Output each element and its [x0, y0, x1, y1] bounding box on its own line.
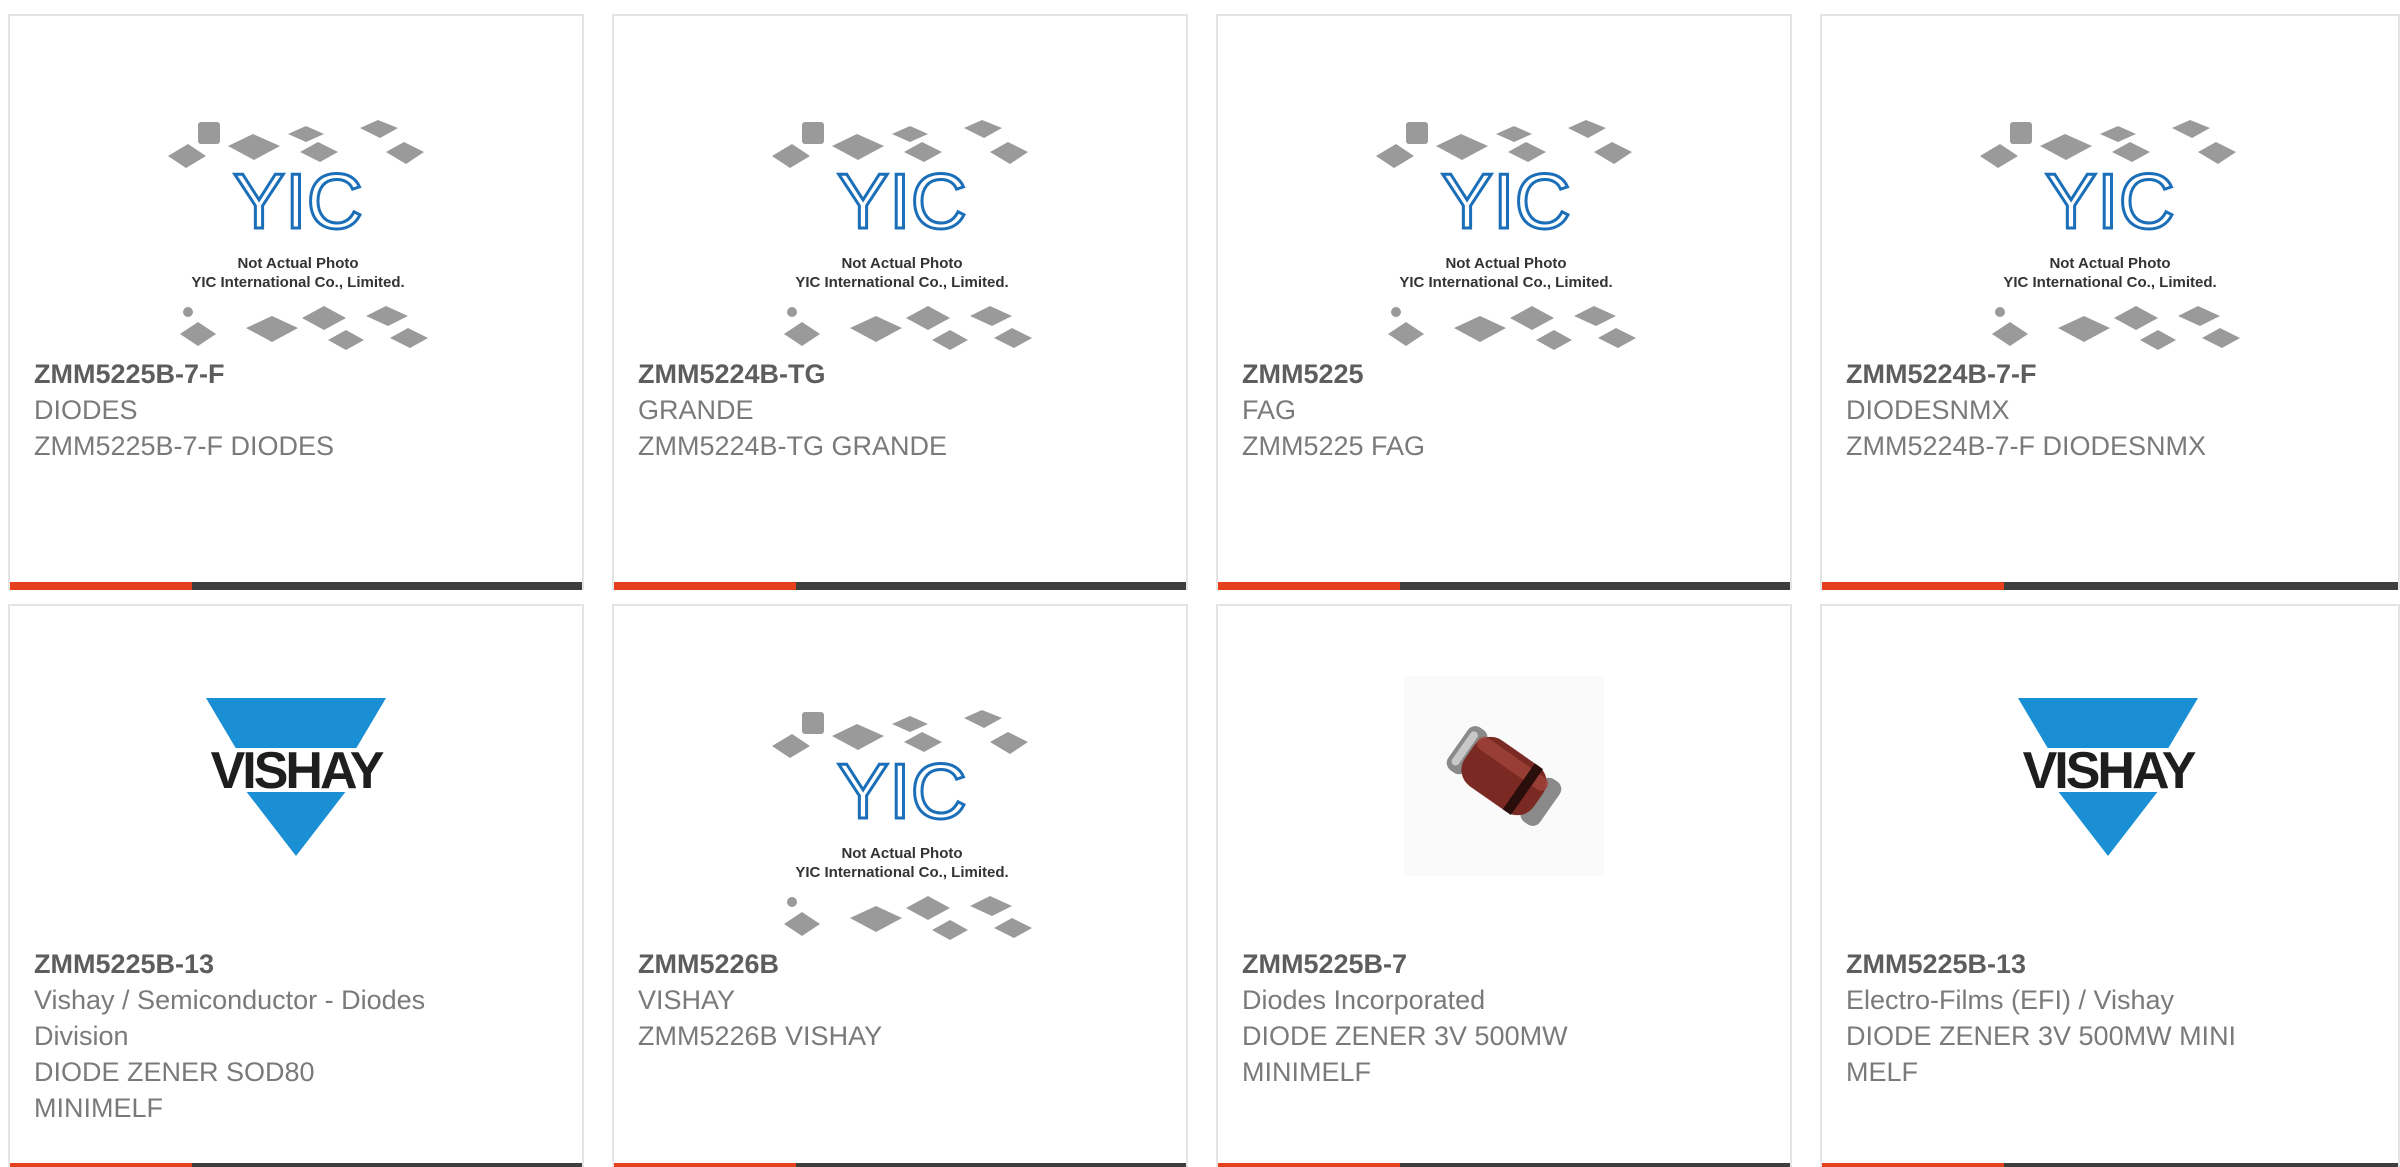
part-number[interactable]: ZMM5225B-7-F: [34, 356, 558, 392]
yic-placeholder-image[interactable]: YIC Not Actual Photo YIC International C…: [762, 96, 1042, 376]
card-accent-bar: [614, 582, 796, 590]
part-number[interactable]: ZMM5225B-7: [1242, 946, 1766, 982]
diode-photo[interactable]: [1404, 676, 1604, 876]
description: ZMM5224B-TG GRANDE: [638, 431, 948, 461]
manufacturer: Vishay / Semiconductor - Diodes: [34, 985, 426, 1015]
product-info: ZMM5225B-13 Electro-Films (EFI) / Vishay…: [1846, 946, 2374, 1090]
yic-logo: YIC: [233, 157, 363, 245]
yic-placeholder-image[interactable]: YIC Not Actual Photo YIC International C…: [762, 686, 1042, 966]
description: DIODE ZENER 3V 500MW: [1242, 1021, 1568, 1051]
yic-logo: YIC: [837, 747, 967, 835]
vishay-wordmark: VISHAY: [2023, 742, 2196, 800]
yic-logo: YIC: [1441, 157, 1571, 245]
product-info: ZMM5224B-TG GRANDE ZMM5224B-TG GRANDE: [638, 356, 1162, 464]
card-footer-bar: [614, 1163, 1186, 1167]
yic-logo: YIC: [837, 157, 967, 245]
product-grid: YIC Not Actual Photo YIC International C…: [0, 0, 2400, 1167]
card-footer-bar: [1822, 1163, 2398, 1167]
yic-caption-1: Not Actual Photo: [841, 255, 962, 272]
yic-caption-2: YIC International Co., Limited.: [795, 864, 1008, 881]
product-info: ZMM5225 FAG ZMM5225 FAG: [1242, 356, 1766, 464]
part-number[interactable]: ZMM5225B-13: [1846, 946, 2374, 982]
card-accent-bar: [1822, 582, 2004, 590]
yic-logo: YIC: [2045, 157, 2175, 245]
card-footer-bar: [1218, 582, 1790, 590]
card-accent-bar: [1218, 1163, 1400, 1167]
yic-caption-1: Not Actual Photo: [1445, 255, 1566, 272]
yic-caption-2: YIC International Co., Limited.: [795, 274, 1008, 291]
card-accent-bar: [10, 582, 192, 590]
vishay-logo-image[interactable]: VISHAY: [158, 666, 438, 866]
description: DIODE ZENER 3V 500MW MINI: [1846, 1021, 2237, 1051]
product-card[interactable]: YIC Not Actual Photo YIC International C…: [8, 14, 584, 590]
product-info: ZMM5224B-7-F DIODESNMX ZMM5224B-7-F DIOD…: [1846, 356, 2374, 464]
vishay-logo-image[interactable]: VISHAY: [1970, 666, 2250, 866]
description: DIODE ZENER SOD80: [34, 1057, 315, 1087]
card-accent-bar: [1218, 582, 1400, 590]
card-footer-bar: [1822, 582, 2398, 590]
description-continued: MINIMELF: [1242, 1057, 1372, 1087]
product-info: ZMM5225B-7 Diodes Incorporated DIODE ZEN…: [1242, 946, 1766, 1090]
card-footer-bar: [10, 582, 582, 590]
card-accent-bar: [1822, 1163, 2004, 1167]
product-card[interactable]: YIC Not Actual Photo YIC International C…: [1820, 14, 2400, 590]
yic-caption-1: Not Actual Photo: [2049, 255, 2170, 272]
manufacturer: Electro-Films (EFI) / Vishay: [1846, 985, 2175, 1015]
yic-placeholder-image[interactable]: YIC Not Actual Photo YIC International C…: [1970, 96, 2250, 376]
product-info: ZMM5225B-13 Vishay / Semiconductor - Dio…: [34, 946, 558, 1126]
manufacturer-continued: Division: [34, 1021, 129, 1051]
product-info: ZMM5225B-7-F DIODES ZMM5225B-7-F DIODES: [34, 356, 558, 464]
yic-caption-2: YIC International Co., Limited.: [191, 274, 404, 291]
product-card[interactable]: VISHAY ZMM5225B-13 Electro-Films (EFI) /…: [1820, 604, 2400, 1167]
card-accent-bar: [614, 1163, 796, 1167]
product-card[interactable]: VISHAY ZMM5225B-13 Vishay / Semiconducto…: [8, 604, 584, 1167]
yic-caption-2: YIC International Co., Limited.: [2003, 274, 2216, 291]
product-card[interactable]: YIC Not Actual Photo YIC International C…: [612, 14, 1188, 590]
part-number[interactable]: ZMM5226B: [638, 946, 1162, 982]
description: ZMM5225 FAG: [1242, 431, 1426, 461]
product-card[interactable]: YIC Not Actual Photo YIC International C…: [612, 604, 1188, 1167]
description: ZMM5224B-7-F DIODESNMX: [1846, 431, 2207, 461]
description-continued: MELF: [1846, 1057, 1919, 1087]
part-number[interactable]: ZMM5225: [1242, 356, 1766, 392]
product-card[interactable]: ZMM5225B-7 Diodes Incorporated DIODE ZEN…: [1216, 604, 1792, 1167]
yic-placeholder-image[interactable]: YIC Not Actual Photo YIC International C…: [1366, 96, 1646, 376]
description-continued: MINIMELF: [34, 1093, 164, 1123]
description: ZMM5226B VISHAY: [638, 1021, 883, 1051]
card-accent-bar: [10, 1163, 192, 1167]
card-footer-bar: [1218, 1163, 1790, 1167]
manufacturer: GRANDE: [638, 395, 754, 425]
yic-caption-1: Not Actual Photo: [841, 845, 962, 862]
card-footer-bar: [10, 1163, 582, 1167]
manufacturer: DIODESNMX: [1846, 395, 2010, 425]
yic-caption-1: Not Actual Photo: [237, 255, 358, 272]
description: ZMM5225B-7-F DIODES: [34, 431, 335, 461]
vishay-wordmark: VISHAY: [211, 742, 384, 800]
product-info: ZMM5226B VISHAY ZMM5226B VISHAY: [638, 946, 1162, 1054]
product-card[interactable]: YIC Not Actual Photo YIC International C…: [1216, 14, 1792, 590]
manufacturer: VISHAY: [638, 985, 736, 1015]
part-number[interactable]: ZMM5225B-13: [34, 946, 558, 982]
yic-placeholder-image[interactable]: YIC Not Actual Photo YIC International C…: [158, 96, 438, 376]
part-number[interactable]: ZMM5224B-TG: [638, 356, 1162, 392]
card-footer-bar: [614, 582, 1186, 590]
manufacturer: Diodes Incorporated: [1242, 985, 1486, 1015]
manufacturer: DIODES: [34, 395, 138, 425]
part-number[interactable]: ZMM5224B-7-F: [1846, 356, 2374, 392]
yic-caption-2: YIC International Co., Limited.: [1399, 274, 1612, 291]
manufacturer: FAG: [1242, 395, 1297, 425]
